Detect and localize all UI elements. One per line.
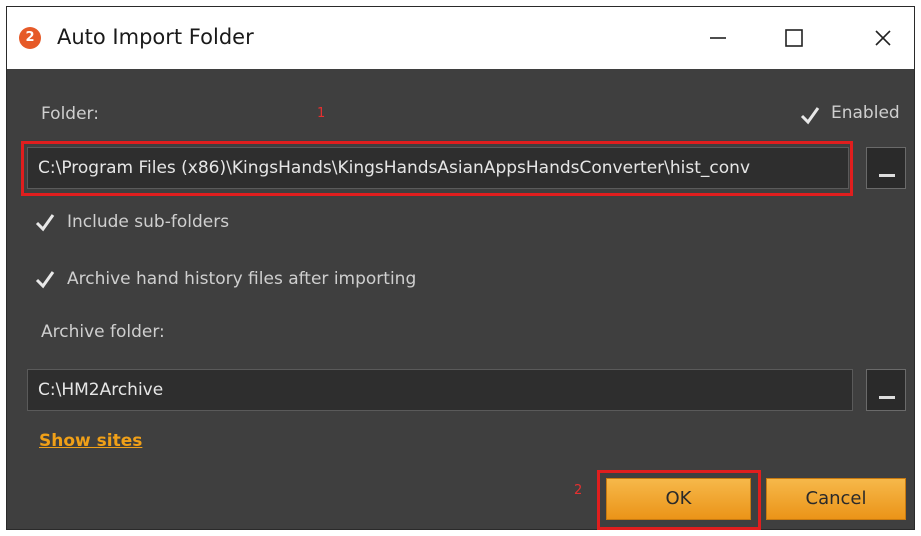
enabled-checkbox[interactable] xyxy=(800,105,820,125)
auto-import-dialog: 2 Auto Import Folder Folder: 1 Enabled C… xyxy=(6,6,915,530)
ellipsis-browse-icon xyxy=(879,174,895,177)
app-logo-icon: 2 xyxy=(19,27,41,49)
close-icon xyxy=(875,30,891,46)
close-button[interactable] xyxy=(853,7,913,69)
include-subfolders-checkbox[interactable] xyxy=(35,212,55,232)
archive-folder-input[interactable]: C:\HM2Archive xyxy=(27,369,853,411)
folder-label: Folder: xyxy=(41,104,99,124)
highlight-box-folder xyxy=(21,141,853,196)
maximize-icon xyxy=(785,29,803,47)
cancel-button[interactable]: Cancel xyxy=(766,478,906,520)
include-subfolders-label: Include sub-folders xyxy=(67,212,230,232)
checkmark-icon xyxy=(35,271,55,289)
archive-folder-label: Archive folder: xyxy=(41,322,165,342)
annotation-marker-1: 1 xyxy=(317,106,326,121)
minimize-button[interactable] xyxy=(688,7,748,69)
archive-browse-button[interactable] xyxy=(866,369,906,411)
checkmark-icon xyxy=(35,214,55,232)
highlight-box-ok xyxy=(597,470,761,530)
annotation-marker-2: 2 xyxy=(574,483,583,498)
maximize-button[interactable] xyxy=(764,7,824,69)
title-bar: 2 Auto Import Folder xyxy=(7,7,914,69)
archive-after-import-checkbox[interactable] xyxy=(35,269,55,289)
folder-browse-button[interactable] xyxy=(866,147,906,189)
window-title: Auto Import Folder xyxy=(57,25,254,49)
show-sites-link[interactable]: Show sites xyxy=(39,431,142,451)
archive-after-import-label: Archive hand history files after importi… xyxy=(67,269,417,289)
checkmark-icon xyxy=(800,107,820,125)
minimize-icon xyxy=(710,37,726,39)
enabled-label: Enabled xyxy=(831,103,900,123)
ellipsis-browse-icon xyxy=(879,396,895,399)
